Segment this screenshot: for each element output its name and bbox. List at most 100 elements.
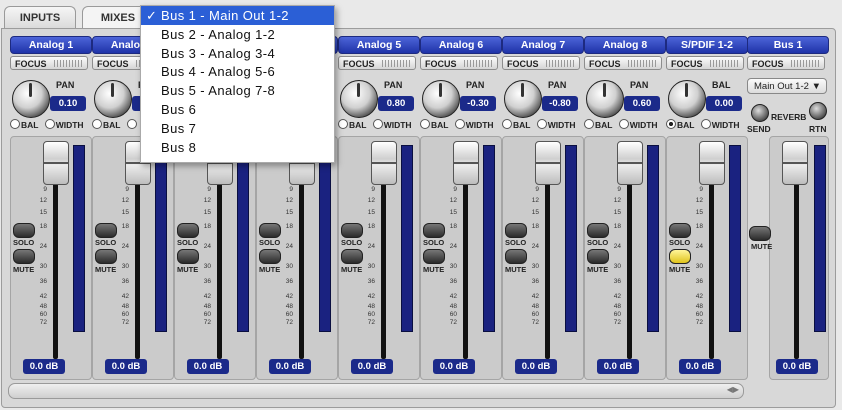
width-radio[interactable] <box>372 119 383 129</box>
bus-focus-button[interactable]: FOCUS <box>747 56 825 70</box>
solo-button[interactable] <box>95 223 117 238</box>
focus-button[interactable]: FOCUS <box>10 56 88 70</box>
reverb-return-knob[interactable] <box>809 102 827 120</box>
solo-button[interactable] <box>505 223 527 238</box>
mute-button[interactable] <box>95 249 117 264</box>
tab-inputs[interactable]: INPUTS <box>4 6 76 29</box>
focus-button[interactable]: FOCUS <box>338 56 416 70</box>
pan-knob[interactable] <box>340 80 378 118</box>
mute-button[interactable] <box>259 249 281 264</box>
width-radio[interactable] <box>126 119 137 129</box>
solo-label: SOLO <box>177 238 199 247</box>
solo-button[interactable] <box>669 223 691 238</box>
width-radio[interactable] <box>536 119 547 129</box>
scale-tick-label: 60 <box>695 311 703 318</box>
width-radio[interactable] <box>618 119 629 129</box>
fader-handle[interactable] <box>699 141 725 185</box>
focus-button[interactable]: FOCUS <box>502 56 580 70</box>
scale-tick-label: 12 <box>367 197 375 204</box>
channel-name: Analog 8 <box>584 36 666 54</box>
menu-item-label: Bus 8 <box>161 139 197 155</box>
solo-button[interactable] <box>259 223 281 238</box>
mute-button[interactable] <box>341 249 363 264</box>
menu-item[interactable]: Bus 7 <box>141 119 334 138</box>
menu-item[interactable]: Bus 5 - Analog 7-8 <box>141 81 334 100</box>
focus-button[interactable]: FOCUS <box>584 56 662 70</box>
width-radio[interactable] <box>454 119 465 129</box>
pan-knob[interactable] <box>422 80 460 118</box>
scale-tick-label: 60 <box>203 311 211 318</box>
bus-mute-button[interactable] <box>749 226 771 241</box>
scale-tick-label: 72 <box>121 319 129 326</box>
scale-tick-label: 48 <box>121 303 129 310</box>
focus-ridges-icon <box>546 60 576 67</box>
fader-handle[interactable] <box>617 141 643 185</box>
bal-width-radios: BAL WIDTH <box>502 119 582 131</box>
scale-tick-label: 48 <box>39 303 47 310</box>
menu-item[interactable]: Bus 4 - Analog 5-6 <box>141 62 334 81</box>
scale-tick-label: 48 <box>613 303 621 310</box>
solo-button[interactable] <box>13 223 35 238</box>
focus-button[interactable]: FOCUS <box>666 56 744 70</box>
bal-label: BAL <box>103 120 121 130</box>
pan-knob[interactable] <box>504 80 542 118</box>
mute-button[interactable] <box>587 249 609 264</box>
width-radio[interactable] <box>700 119 711 129</box>
pan-knob[interactable] <box>586 80 624 118</box>
focus-label: FOCUS <box>97 59 129 69</box>
scale-tick-label: 30 <box>531 263 539 270</box>
solo-label: SOLO <box>259 238 281 247</box>
scale-tick-label: 24 <box>121 243 129 250</box>
focus-label: FOCUS <box>15 59 47 69</box>
scale-tick-label: 9 <box>453 186 457 193</box>
pan-knob[interactable] <box>668 80 706 118</box>
mute-button[interactable] <box>13 249 35 264</box>
mute-button[interactable] <box>505 249 527 264</box>
mute-label: MUTE <box>259 265 281 274</box>
focus-button[interactable]: FOCUS <box>420 56 498 70</box>
scale-tick-label: 24 <box>367 243 375 250</box>
menu-item[interactable]: Bus 6 <box>141 100 334 119</box>
solo-button[interactable] <box>341 223 363 238</box>
send-knob[interactable] <box>751 104 769 122</box>
mute-button[interactable] <box>177 249 199 264</box>
menu-item[interactable]: ✓ Bus 1 - Main Out 1-2 <box>141 6 334 25</box>
pan-knob[interactable] <box>12 80 50 118</box>
fader-handle[interactable] <box>43 141 69 185</box>
scroll-arrows-icon[interactable]: ◀▶ <box>727 385 739 394</box>
fader-handle[interactable] <box>371 141 397 185</box>
solo-button[interactable] <box>177 223 199 238</box>
scale-tick-label: 24 <box>695 243 703 250</box>
fader-handle[interactable] <box>535 141 561 185</box>
bus-fader-handle[interactable] <box>782 141 808 185</box>
level-meter <box>647 145 659 332</box>
menu-item[interactable]: Bus 8 <box>141 138 334 157</box>
bal-radio[interactable] <box>666 119 676 129</box>
bal-radio[interactable] <box>420 119 430 129</box>
bal-radio[interactable] <box>502 119 512 129</box>
bal-radio[interactable] <box>584 119 594 129</box>
mute-button[interactable] <box>423 249 445 264</box>
pan-label: PAN <box>56 80 75 90</box>
pan-knob[interactable] <box>94 80 132 118</box>
solo-button[interactable] <box>587 223 609 238</box>
horizontal-scrollbar[interactable]: ◀▶ <box>8 383 744 399</box>
scale-tick-label: 15 <box>285 209 293 216</box>
menu-item[interactable]: Bus 2 - Analog 1-2 <box>141 25 334 44</box>
menu-item[interactable]: Bus 3 - Analog 3-4 <box>141 44 334 63</box>
scale-tick-label: 18 <box>695 223 703 230</box>
fader-handle[interactable] <box>453 141 479 185</box>
channel-strip: Analog 1 FOCUS PAN 0.10 BAL WIDTH 036912… <box>10 36 92 382</box>
fader-area: 036912151824303642486072 SOLO MUTE 0.0 d… <box>666 136 748 380</box>
db-readout: 0.0 dB <box>105 359 147 374</box>
bus-output-select[interactable]: Main Out 1-2 ▼ <box>747 78 827 94</box>
pan-label: BAL <box>712 80 731 90</box>
mute-button[interactable] <box>669 249 691 264</box>
width-radio[interactable] <box>44 119 55 129</box>
bal-radio[interactable] <box>10 119 20 129</box>
focus-label: FOCUS <box>507 59 539 69</box>
scale-tick-label: 15 <box>39 209 47 216</box>
solo-button[interactable] <box>423 223 445 238</box>
bal-radio[interactable] <box>92 119 102 129</box>
bal-radio[interactable] <box>338 119 348 129</box>
